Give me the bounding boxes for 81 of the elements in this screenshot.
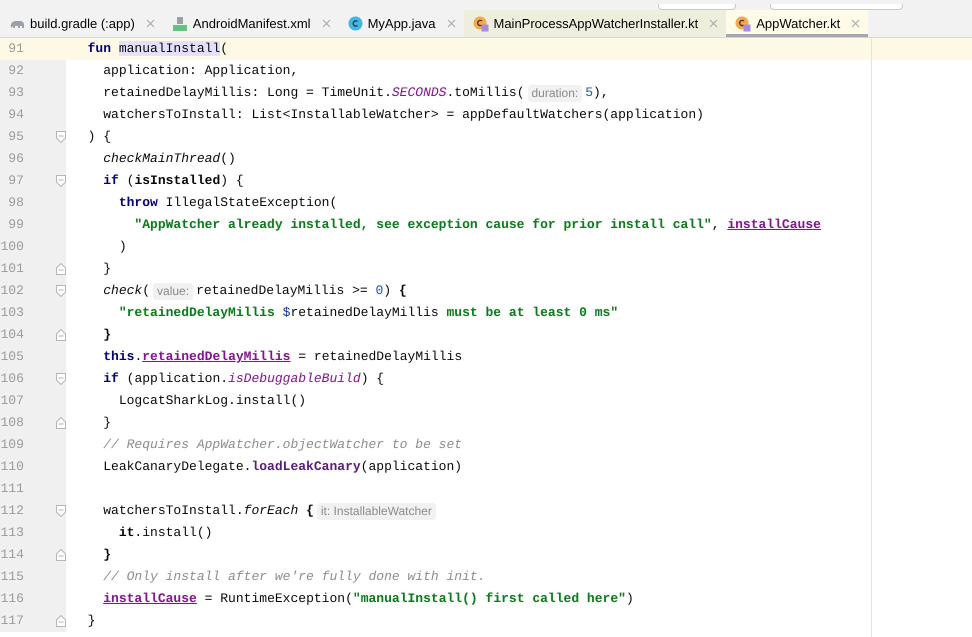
line-number: 91 [7, 40, 24, 58]
code-text: watchersToInstall: List<InstallableWatcher> = appDefaultWatchers(application) [102, 106, 704, 124]
code-text: } [86, 612, 96, 630]
code-text: ) { [86, 128, 112, 146]
fold-icon[interactable] [56, 417, 66, 429]
code-text: watchersToInstall.forEach { [102, 502, 314, 520]
code-text: if (application.isDebuggableBuild) { [102, 370, 384, 388]
line-number: 100 [0, 238, 24, 256]
code-text: 5), [585, 84, 609, 102]
code-text: "retainedDelayMillis $retainedDelayMillis must be at least 0 ms" [118, 304, 618, 322]
code-text: check( [102, 282, 150, 300]
line-number: 97 [7, 172, 24, 190]
line-number: 108 [0, 414, 24, 432]
code-text: } [102, 546, 112, 564]
manifest-file-icon [172, 16, 188, 32]
fold-icon[interactable] [56, 175, 66, 187]
line-number: 107 [0, 392, 24, 410]
code-text: installCause = RuntimeException("manualInstall() first called here") [102, 590, 634, 608]
line-number: 105 [0, 348, 24, 366]
code-text: retainedDelayMillis: Long = TimeUnit.SECONDS.toMillis( [102, 84, 524, 102]
code-text: retainedDelayMillis >= 0) { [196, 282, 407, 300]
code-text: throw IllegalStateException( [118, 194, 338, 212]
line-number: 101 [0, 260, 24, 278]
line-number: 103 [0, 304, 24, 322]
fold-icon[interactable] [56, 329, 66, 341]
close-icon[interactable] [146, 19, 155, 28]
toolbar-dropdown[interactable] [770, 4, 903, 10]
close-icon[interactable] [446, 19, 456, 28]
fold-icon[interactable] [56, 505, 66, 517]
code-text: // Requires AppWatcher.objectWatcher to be set [102, 436, 462, 454]
file-tab[interactable]: AppWatcher.kt [726, 10, 868, 37]
line-number: 112 [0, 502, 24, 520]
line-number: 104 [0, 326, 24, 344]
code-text: this.retainedDelayMillis = retainedDelayMillis [102, 348, 462, 366]
line-number: 110 [0, 458, 24, 476]
class-icon [348, 16, 363, 31]
close-icon[interactable] [322, 19, 331, 28]
class-icon [735, 16, 752, 32]
line-number: 116 [0, 590, 24, 608]
close-icon[interactable] [851, 19, 860, 28]
inlay-hint: duration: [528, 84, 582, 102]
fold-icon[interactable] [56, 615, 66, 627]
code-text: ) [118, 238, 127, 256]
code-text: LeakCanaryDelegate.loadLeakCanary(application) [102, 458, 462, 476]
code-text: "AppWatcher already installed, see exception cause for prior install call", installCause [133, 216, 821, 234]
fold-icon[interactable] [56, 549, 66, 561]
line-number: 117 [0, 612, 24, 630]
line-number: 102 [0, 282, 24, 300]
inlay-hint: it: InstallableWatcher [316, 502, 436, 520]
code-text: checkMainThread() [102, 150, 236, 168]
line-number: 93 [7, 84, 24, 102]
fold-icon[interactable] [56, 131, 66, 143]
fold-icon[interactable] [56, 373, 66, 385]
line-number: 109 [0, 436, 24, 454]
line-number: 113 [0, 524, 24, 542]
toolbar-dropdown[interactable] [658, 4, 736, 10]
code-text: } [102, 326, 112, 344]
code-text: if (isInstalled) { [102, 172, 244, 190]
code-text: fun manualInstall( [86, 40, 228, 58]
line-number: 94 [7, 106, 24, 124]
line-number: 114 [0, 546, 24, 564]
code-text: } [102, 414, 112, 432]
file-tab[interactable]: MainProcessAppWatcherInstaller.kt [464, 10, 726, 37]
line-number: 95 [7, 128, 24, 146]
line-number: 99 [7, 216, 24, 234]
line-number: 96 [7, 150, 24, 168]
line-number: 98 [7, 194, 24, 212]
line-number: 106 [0, 370, 24, 388]
inlay-hint: value: [153, 282, 194, 300]
fold-icon[interactable] [56, 263, 66, 275]
code-text: } [102, 260, 112, 278]
class-icon [472, 16, 488, 32]
close-icon[interactable] [709, 19, 718, 28]
code-text: application: Application, [102, 62, 298, 80]
code-text: // Only install after we're fully done with init. [102, 568, 486, 586]
fold-icon[interactable] [56, 285, 66, 297]
line-number: 92 [7, 62, 24, 80]
line-number: 111 [0, 480, 24, 498]
code-text: it.install() [118, 524, 212, 542]
code-text: LogcatSharkLog.install() [118, 392, 306, 410]
line-number: 115 [0, 568, 24, 586]
